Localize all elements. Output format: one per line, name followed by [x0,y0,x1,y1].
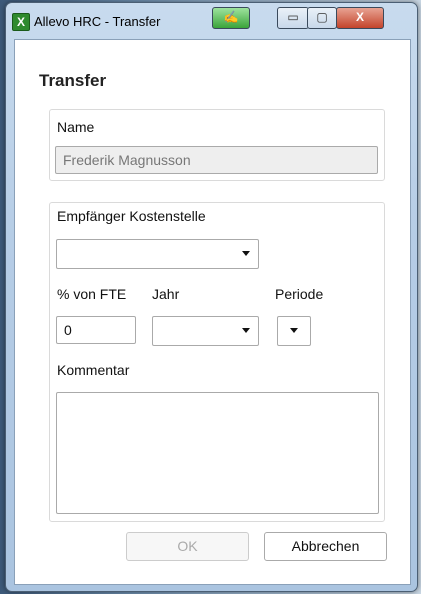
comment-label: Kommentar [57,362,130,378]
maximize-button[interactable]: ▢ [307,7,337,29]
period-select[interactable] [277,316,311,346]
edit-icon[interactable]: ✍ [212,7,250,29]
excel-app-icon: X [12,13,30,31]
dialog-content: Transfer Name Frederik Magnusson Empfäng… [14,39,411,585]
name-group: Name Frederik Magnusson [49,109,385,181]
chevron-down-icon [290,328,298,333]
ok-button[interactable]: OK [126,532,249,561]
dialog-heading: Transfer [39,71,107,90]
period-label: Periode [275,286,324,302]
fte-label: % von FTE [57,286,127,302]
fte-input[interactable]: 0 [56,316,136,344]
window-title: Allevo HRC - Transfer [34,14,161,29]
title-bar[interactable]: X Allevo HRC - Transfer ✍ ▭ ▢ X [6,3,417,39]
chevron-down-icon [242,251,250,256]
cost-center-select[interactable] [56,239,259,269]
year-select[interactable] [152,316,259,346]
chevron-down-icon [242,328,250,333]
cancel-button[interactable]: Abbrechen [264,532,387,561]
minimize-button[interactable]: ▭ [277,7,309,29]
name-field[interactable]: Frederik Magnusson [55,146,378,174]
comment-textarea[interactable] [56,392,379,514]
transfer-details-group: Empfänger Kostenstelle % von FTE Jahr Pe… [49,202,385,522]
dialog-window: X Allevo HRC - Transfer ✍ ▭ ▢ X Transfer… [5,2,418,592]
name-label: Name [57,119,95,135]
year-label: Jahr [152,286,180,302]
cost-center-label: Empfänger Kostenstelle [57,208,206,224]
close-button[interactable]: X [336,7,384,29]
